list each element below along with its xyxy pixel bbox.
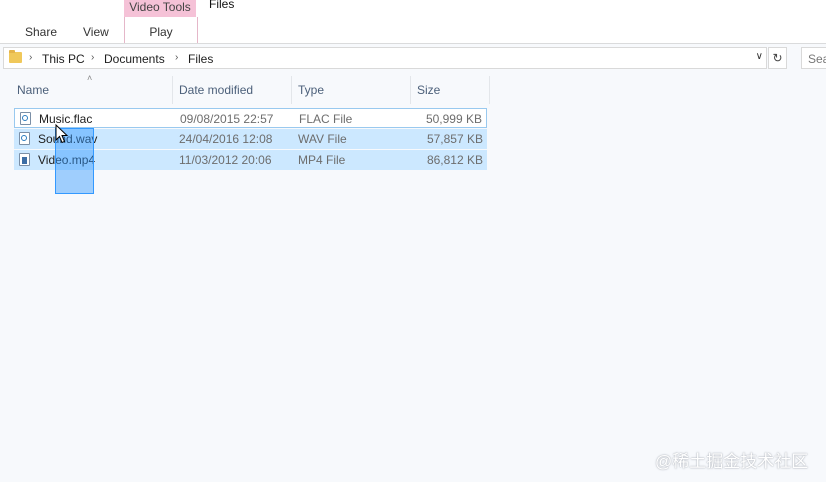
refresh-button[interactable]: ↻ [768, 47, 787, 69]
file-size: 50,999 KB [425, 112, 482, 126]
refresh-icon: ↻ [772, 51, 783, 65]
file-date: 09/08/2015 22:57 [180, 112, 274, 126]
file-type: FLAC File [299, 112, 353, 126]
watermark: @稀土掘金技术社区 [655, 452, 809, 471]
tab-play-label: Play [149, 25, 173, 39]
search-input[interactable]: Sea [801, 47, 826, 69]
breadcrumb-this-pc[interactable]: This PC [42, 52, 85, 66]
chevron-right-icon[interactable]: › [29, 52, 32, 63]
video-file-icon [19, 153, 30, 166]
chevron-right-icon[interactable]: › [175, 52, 178, 63]
column-header-size[interactable]: Size [411, 76, 489, 104]
tab-share[interactable]: Share [25, 25, 57, 39]
window-title: Files [209, 0, 235, 11]
file-type: WAV File [298, 132, 347, 146]
audio-file-icon [19, 132, 30, 145]
chevron-right-icon[interactable]: › [91, 52, 94, 63]
tab-view[interactable]: View [83, 25, 109, 39]
file-date: 11/03/2012 20:06 [179, 153, 272, 167]
column-header-name[interactable]: Name [11, 76, 173, 104]
file-date: 24/04/2016 12:08 [179, 132, 273, 146]
breadcrumb-documents[interactable]: Documents [104, 52, 165, 66]
tab-play[interactable]: Play [124, 17, 198, 43]
context-group-video-tools: Video Tools [124, 0, 196, 17]
chevron-down-icon[interactable]: ∨ [756, 51, 763, 62]
breadcrumb-files[interactable]: Files [188, 52, 213, 66]
search-placeholder: Sea [808, 52, 826, 66]
folder-icon [9, 50, 22, 63]
file-size: 57,857 KB [426, 132, 483, 146]
file-size: 86,812 KB [426, 153, 483, 167]
column-header-date-modified[interactable]: Date modified [173, 76, 292, 104]
column-header-type[interactable]: Type [292, 76, 411, 104]
file-type: MP4 File [298, 153, 346, 167]
mouse-cursor-icon [55, 124, 69, 144]
file-row-music[interactable]: Music.flac 09/08/2015 22:57 FLAC File 50… [14, 108, 487, 128]
ribbon: Share View Video Tools Play Files [0, 0, 826, 44]
audio-file-icon [20, 112, 31, 125]
column-divider[interactable] [489, 76, 490, 104]
address-bar[interactable]: › This PC › Documents › Files ∨ [3, 47, 767, 69]
